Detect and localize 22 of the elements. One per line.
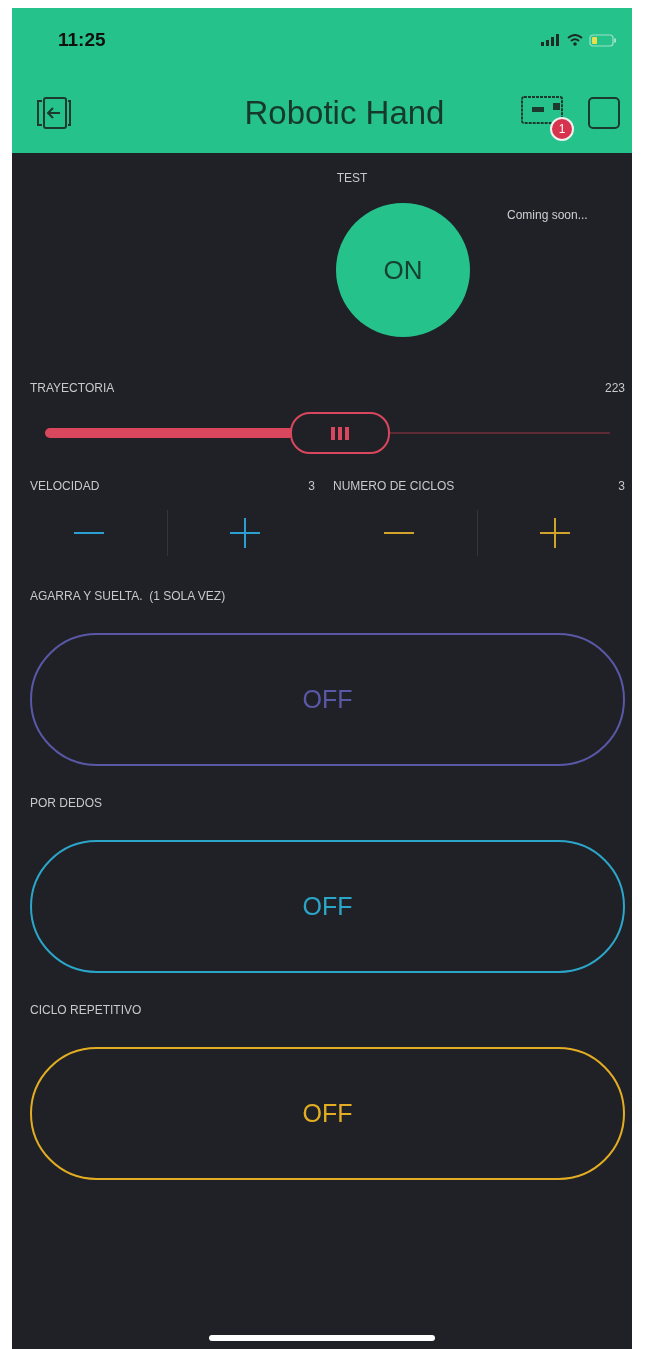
battery-icon [589,33,617,47]
note-text: Coming soon... [507,208,588,224]
widget-label: AGARRA Y SUELTA. (1 SOLA VEZ) [30,589,227,603]
stepper-value: 3 [308,479,315,493]
slider-thumb[interactable] [289,412,390,454]
slider-value: 223 [604,381,625,395]
notification-badge: 1 [550,116,574,141]
stepper-value: 3 [618,479,625,493]
square-icon[interactable] [586,94,622,131]
signal-icon [541,34,561,46]
widget-label: POR DEDOS [30,796,103,810]
widget-label: TRAYECTORIA [30,381,115,395]
status-time: 11:25 [58,29,106,51]
widget-label: NUMERO DE CICLOS [333,479,455,493]
widget-label: TEST [336,171,368,185]
widget-label: CICLO REPETITIVO [30,1003,143,1017]
widget-label: VELOCIDAD [30,479,100,493]
wifi-icon [567,34,583,46]
toggle-button[interactable]: OFF [30,1047,625,1180]
on-off-button[interactable]: ON [336,203,470,337]
screen-title: Robotic Hand [244,93,445,132]
toggle-button[interactable]: OFF [30,840,625,973]
